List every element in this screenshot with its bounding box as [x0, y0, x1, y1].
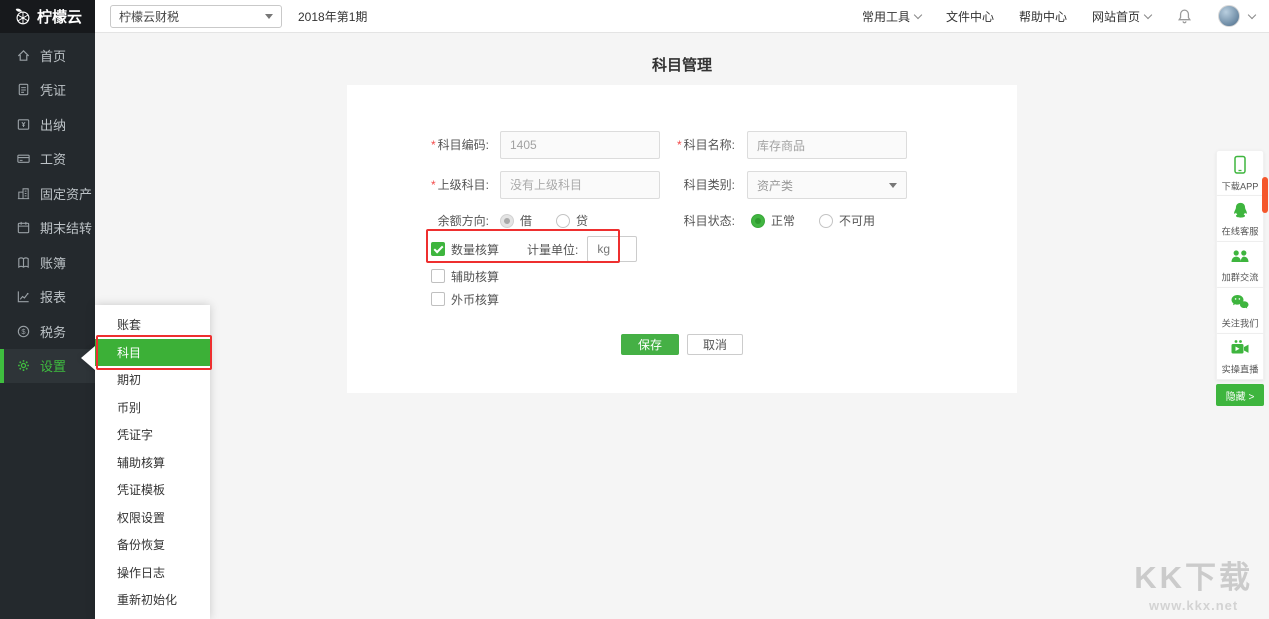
submenu-item-opening-balance[interactable]: 期初 — [95, 366, 210, 394]
nav-file-center[interactable]: 文件中心 — [946, 8, 994, 25]
page-title: 科目管理 — [95, 33, 1269, 85]
settings-gear-icon — [16, 358, 31, 373]
submenu-item-permissions[interactable]: 权限设置 — [95, 504, 210, 532]
submenu-item-voucher-word[interactable]: 凭证字 — [95, 421, 210, 449]
annotation-box-subjects — [96, 335, 212, 371]
account-set-value: 柠檬云财税 — [119, 8, 179, 25]
subject-form-card: *科目编码: *科目名称: *上级科目: 科目类别: 资产类 余额方向: 借 贷… — [347, 85, 1017, 393]
parent-subject-input[interactable] — [500, 171, 660, 199]
subject-status-row: 科目状态: 正常 不可用 — [643, 212, 899, 229]
user-menu[interactable] — [1218, 5, 1255, 27]
account-set-select[interactable]: 柠檬云财税 — [110, 5, 282, 28]
sidebar-item-tax[interactable]: $ 税务 — [0, 314, 95, 349]
brand-logo[interactable]: 柠檬云 — [0, 0, 95, 33]
foreign-currency-row: 外币核算 — [431, 285, 499, 313]
sidebar-item-report[interactable]: 报表 — [0, 280, 95, 315]
fixed-assets-icon — [16, 186, 31, 201]
subject-code-input[interactable] — [500, 131, 660, 159]
unit-input[interactable] — [587, 236, 637, 262]
sidebar-item-ledger[interactable]: 账簿 — [0, 245, 95, 280]
checkbox-foreign-currency[interactable] — [431, 292, 445, 306]
float-item-live-stream[interactable]: 实操直播 — [1216, 334, 1264, 380]
submenu-item-reinitialize[interactable]: 重新初始化 — [95, 586, 210, 614]
tax-icon: $ — [16, 324, 31, 339]
cashier-icon — [16, 117, 31, 132]
balance-direction-label: 余额方向: — [347, 212, 489, 229]
balance-direction-row: 余额方向: 借 贷 — [347, 212, 612, 229]
brand-name: 柠檬云 — [37, 6, 82, 27]
submenu-item-account-set[interactable]: 账套 — [95, 311, 210, 339]
report-icon — [16, 289, 31, 304]
period-end-icon — [16, 220, 31, 235]
float-item-group-chat[interactable]: 加群交流 — [1216, 242, 1264, 288]
float-item-online-service[interactable]: 在线客服 — [1216, 196, 1264, 242]
sidebar-item-period-end[interactable]: 期末结转 — [0, 211, 95, 246]
group-icon — [1230, 245, 1250, 267]
voucher-icon — [16, 82, 31, 97]
qq-service-icon — [1231, 199, 1250, 221]
sidebar-item-fixed-assets[interactable]: 固定资产 — [0, 176, 95, 211]
subject-category-label: 科目类别: — [643, 171, 735, 199]
select-caret-icon — [265, 14, 273, 19]
topbar: 柠檬云 柠檬云财税 2018年第1期 常用工具 文件中心 帮助中心 网站首页 — [0, 0, 1269, 33]
submenu-item-operation-log[interactable]: 操作日志 — [95, 559, 210, 587]
float-sidebar: 下载APP 在线客服 加群交流 关注我们 实操直播 隐藏 > — [1216, 150, 1264, 406]
hide-floatbar-button[interactable]: 隐藏 > — [1216, 384, 1264, 406]
sidebar: 首页 凭证 出纳 工资 固定资产 期末结转 账簿 — [0, 33, 95, 619]
subject-category-select[interactable]: 资产类 — [747, 171, 907, 199]
settings-submenu: 账套 科目 期初 币别 凭证字 辅助核算 凭证模板 权限设置 备份恢复 操作日志… — [95, 305, 210, 619]
radio-status-normal[interactable] — [751, 214, 765, 228]
submenu-item-subjects[interactable]: 科目 — [95, 339, 210, 367]
submenu-item-auxiliary[interactable]: 辅助核算 — [95, 449, 210, 477]
subject-status-label: 科目状态: — [643, 212, 735, 229]
checkbox-auxiliary-accounting[interactable] — [431, 269, 445, 283]
submenu-item-voucher-template[interactable]: 凭证模板 — [95, 476, 210, 504]
form-buttons: 保存 取消 — [347, 334, 1017, 355]
wechat-icon — [1230, 291, 1250, 313]
sidebar-item-voucher[interactable]: 凭证 — [0, 73, 95, 108]
phone-icon — [1232, 154, 1248, 176]
radio-credit[interactable] — [556, 214, 570, 228]
radio-status-disabled[interactable] — [819, 214, 833, 228]
submenu-item-backup-restore[interactable]: 备份恢复 — [95, 531, 210, 559]
submenu-item-currency[interactable]: 币别 — [95, 394, 210, 422]
period-label: 2018年第1期 — [298, 8, 367, 25]
float-item-download-app[interactable]: 下载APP — [1216, 150, 1264, 196]
nav-common-tools[interactable]: 常用工具 — [862, 8, 921, 25]
avatar — [1218, 5, 1240, 27]
sidebar-item-home[interactable]: 首页 — [0, 38, 95, 73]
quantity-accounting-row: 数量核算 计量单位: — [431, 235, 637, 263]
subject-code-label: *科目编码: — [347, 131, 489, 159]
sidebar-item-salary[interactable]: 工资 — [0, 142, 95, 177]
lemon-icon — [13, 7, 32, 26]
scrollbar-thumb[interactable] — [1262, 177, 1268, 213]
chevron-down-icon — [914, 10, 922, 18]
parent-subject-label: *上级科目: — [347, 171, 489, 199]
unit-label: 计量单位: — [527, 241, 578, 258]
ledger-icon — [16, 255, 31, 270]
float-item-follow-us[interactable]: 关注我们 — [1216, 288, 1264, 334]
chevron-down-icon — [1248, 10, 1256, 18]
save-button[interactable]: 保存 — [621, 334, 679, 355]
cancel-button[interactable]: 取消 — [687, 334, 743, 355]
main-content: 科目管理 *科目编码: *科目名称: *上级科目: 科目类别: 资产类 余额方向… — [95, 33, 1269, 619]
radio-debit[interactable] — [500, 214, 514, 228]
svg-text:$: $ — [21, 327, 26, 336]
notification-bell-icon[interactable] — [1176, 8, 1193, 25]
home-icon — [16, 48, 31, 63]
submenu-pointer-arrow — [81, 346, 95, 370]
nav-help-center[interactable]: 帮助中心 — [1019, 8, 1067, 25]
topnav: 常用工具 文件中心 帮助中心 网站首页 — [862, 5, 1255, 27]
nav-site-home[interactable]: 网站首页 — [1092, 8, 1151, 25]
subject-name-label: *科目名称: — [643, 131, 735, 159]
subject-name-input[interactable] — [747, 131, 907, 159]
chevron-down-icon — [1144, 10, 1152, 18]
salary-icon — [16, 151, 31, 166]
video-icon — [1230, 337, 1250, 359]
sidebar-item-cashier[interactable]: 出纳 — [0, 107, 95, 142]
select-caret-icon — [889, 183, 897, 188]
checkbox-quantity-accounting[interactable] — [431, 242, 445, 256]
